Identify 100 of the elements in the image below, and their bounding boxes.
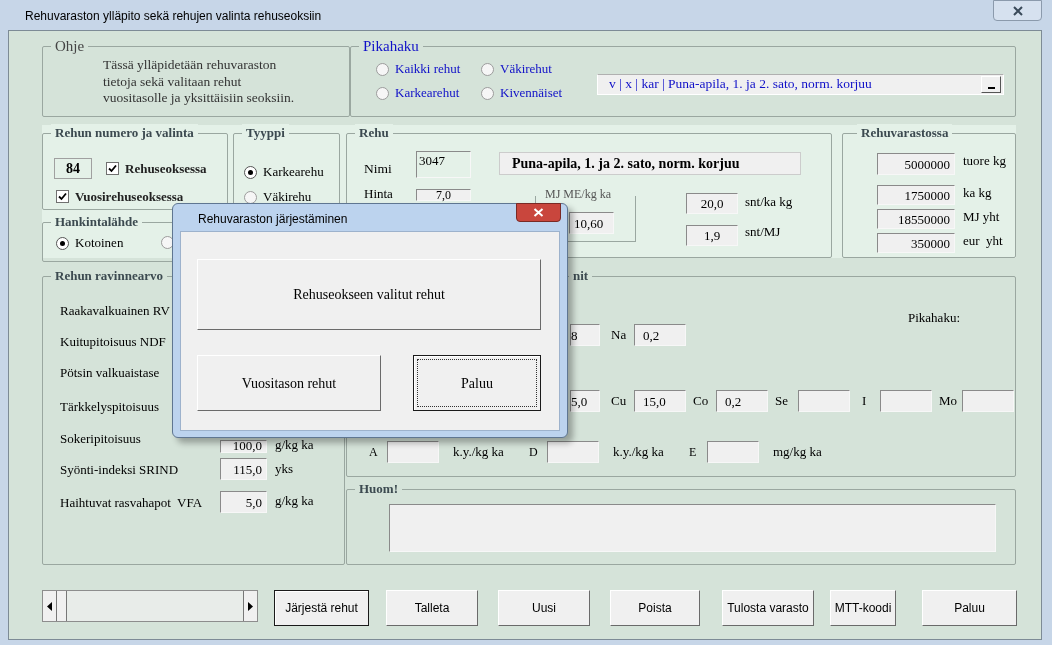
help-text: Tässä ylläpidetään rehuvaraston bbox=[103, 57, 278, 74]
checkbox-option[interactable]: Rehuseoksessa bbox=[106, 158, 207, 179]
button[interactable]: Talleta bbox=[386, 590, 478, 626]
dropdown-icon[interactable] bbox=[981, 76, 1001, 93]
code-field[interactable]: 3047 bbox=[416, 151, 471, 178]
button[interactable]: Uusi bbox=[498, 590, 590, 626]
name-field[interactable]: Puna-apila, 1. ja 2. sato, norm. korjuu bbox=[499, 152, 801, 175]
field-label: Mo bbox=[938, 392, 959, 411]
button[interactable]: Poista bbox=[610, 590, 700, 626]
vitamin-field[interactable] bbox=[387, 441, 439, 463]
radio-label: Karkearehut bbox=[395, 86, 460, 100]
stock-field[interactable]: 5000000 bbox=[877, 153, 955, 175]
radio-option[interactable]: Kivennäiset bbox=[481, 86, 581, 100]
vitamin-field[interactable] bbox=[547, 441, 599, 463]
radio-button[interactable] bbox=[376, 62, 389, 76]
checkbox[interactable] bbox=[106, 162, 119, 175]
mineral-field[interactable]: 0,2 bbox=[716, 390, 768, 412]
nutrient-label: Raakavalkuainen RV bbox=[60, 302, 170, 320]
mineral-field[interactable] bbox=[880, 390, 932, 412]
combo-box[interactable]: v | x | kar | Puna-apila, 1. ja 2. sato, norm. korjuu bbox=[597, 74, 1004, 95]
vitamin-field[interactable] bbox=[707, 441, 759, 463]
scrollbar[interactable] bbox=[42, 590, 258, 622]
nutrient-field[interactable]: 5,0 bbox=[220, 491, 267, 513]
dialog-title: Rehuvaraston järjestäminen bbox=[198, 211, 348, 228]
frame-title: Tyyppi bbox=[242, 124, 289, 142]
nutrient-label: Tärkkelyspitoisuus bbox=[60, 398, 159, 416]
radio-button[interactable] bbox=[376, 86, 389, 100]
radio-option[interactable]: Väkirehut bbox=[481, 62, 581, 76]
stock-field[interactable]: 1750000 bbox=[877, 185, 955, 205]
mineral-field[interactable] bbox=[798, 390, 850, 412]
radio-label: Kivennäiset bbox=[500, 86, 563, 100]
nutrient-label: Sokeripitoisuus bbox=[60, 430, 141, 448]
window-title: Rehuvaraston ylläpito sekä rehujen valinta rehuseoksiin bbox=[25, 8, 322, 25]
checkbox-label: Vuosirehuseoksessa bbox=[75, 188, 184, 206]
unit-label: tuore kg bbox=[963, 153, 1006, 168]
mineral-field[interactable]: 8 bbox=[570, 324, 600, 346]
unit-label: g/kg ka bbox=[275, 492, 314, 510]
price-field[interactable]: 7,0 bbox=[416, 189, 471, 201]
cost-field[interactable]: 1,9 bbox=[686, 225, 738, 246]
radio-label: Karkearehu bbox=[263, 165, 324, 179]
cost-field[interactable]: 20,0 bbox=[686, 193, 738, 214]
unit-label: MJ yht bbox=[963, 209, 1000, 224]
unit-label: yks bbox=[275, 460, 294, 478]
checkbox-label: Rehuseoksessa bbox=[125, 159, 207, 178]
nutrient-label: Haihtuvat rasvahapot VFA bbox=[60, 494, 203, 512]
button[interactable]: MTT-koodi bbox=[830, 590, 896, 626]
field-label: Hinta bbox=[364, 187, 393, 200]
field-label: Cu bbox=[610, 392, 628, 411]
checkbox[interactable] bbox=[56, 190, 69, 204]
button[interactable]: Paluu bbox=[922, 590, 1017, 626]
mineral-field[interactable] bbox=[962, 390, 1014, 412]
field-label: I bbox=[861, 392, 868, 411]
radio-label: Väkirehu bbox=[263, 190, 312, 204]
field-label: D bbox=[529, 444, 539, 461]
nutrient-label: Syönti-indeksi SRIND bbox=[60, 461, 179, 479]
unit-label: k.y./kg ka bbox=[612, 443, 665, 462]
unit-label: k.y./kg ka bbox=[452, 443, 505, 462]
field-label: Se bbox=[774, 392, 789, 411]
nutrient-label: Kuitupitoisuus NDF bbox=[60, 333, 166, 351]
scroll-thumb[interactable] bbox=[57, 591, 67, 621]
nutrient-label: Pötsin valkuaistase bbox=[60, 364, 160, 382]
button[interactable]: Vuositason rehut bbox=[197, 355, 381, 411]
close-icon[interactable] bbox=[516, 203, 561, 222]
field-label: A bbox=[369, 444, 379, 461]
button[interactable]: Järjestä rehut bbox=[274, 590, 369, 626]
unit-label: snt/MJ bbox=[745, 223, 781, 241]
stock-field[interactable]: 350000 bbox=[877, 233, 955, 253]
nutrient-field[interactable]: 115,0 bbox=[220, 458, 267, 480]
nutrient-field[interactable]: 100,0 bbox=[220, 440, 267, 453]
radio-option[interactable]: Kaikki rehut bbox=[376, 62, 481, 76]
radio-option[interactable]: Kotoinen bbox=[56, 236, 124, 250]
notes-field[interactable] bbox=[389, 504, 996, 552]
field-label: E bbox=[689, 444, 698, 461]
unit-label: g/kg ka bbox=[275, 438, 314, 451]
button[interactable]: Paluu bbox=[413, 355, 541, 411]
radio-option[interactable]: Karkearehu bbox=[244, 165, 324, 179]
radio-option[interactable]: Karkearehut bbox=[376, 86, 481, 100]
checkbox-option[interactable]: Vuosirehuseoksessa bbox=[56, 187, 184, 207]
combo-value: v | x | kar | Puna-apila, 1. ja 2. sato, norm. korjuu bbox=[609, 75, 873, 94]
field-label: Na bbox=[610, 326, 628, 345]
close-icon[interactable] bbox=[993, 0, 1042, 21]
radio-button[interactable] bbox=[481, 62, 494, 76]
mineral-field[interactable]: 0,2 bbox=[634, 324, 686, 346]
mineral-field[interactable]: 15,0 bbox=[634, 390, 686, 412]
field-label: Pikahaku: bbox=[908, 309, 960, 327]
help-text: tietoja sekä valitaan rehut bbox=[103, 73, 243, 90]
field-label: Nimi bbox=[364, 160, 392, 178]
radio-label: Kaikki rehut bbox=[395, 62, 461, 76]
unit-label: ka kg bbox=[963, 185, 992, 200]
frame-title: Rehun numero ja valinta bbox=[51, 124, 198, 142]
number-field[interactable]: 84 bbox=[54, 158, 92, 179]
stock-field[interactable]: 18550000 bbox=[877, 209, 955, 229]
energy-field[interactable]: 10,60 bbox=[569, 212, 614, 234]
help-text: vuositasolle ja yksittäisiin seoksiin. bbox=[103, 90, 295, 107]
button[interactable]: Tulosta varasto bbox=[722, 590, 814, 626]
unit-label: snt/ka kg bbox=[745, 193, 793, 211]
button[interactable]: Rehuseokseen valitut rehut bbox=[197, 259, 541, 330]
mineral-field[interactable]: 5,0 bbox=[570, 390, 600, 412]
field-label: Co bbox=[692, 392, 710, 411]
radio-button[interactable] bbox=[481, 86, 494, 100]
